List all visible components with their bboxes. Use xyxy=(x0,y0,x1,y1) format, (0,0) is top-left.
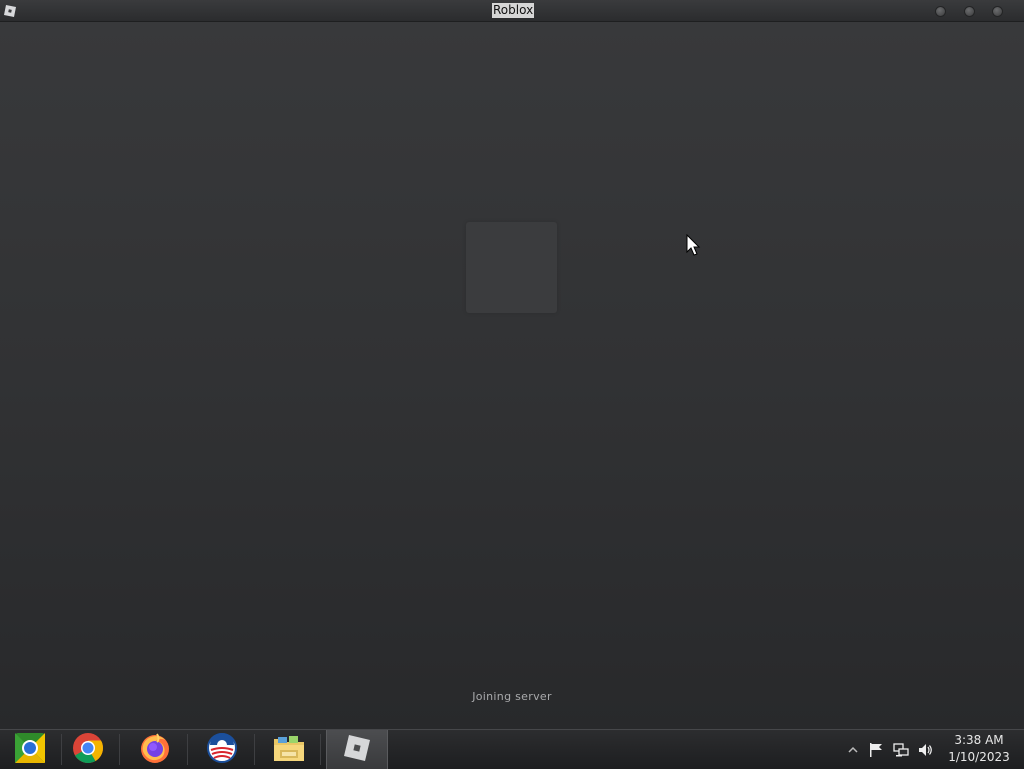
clock-date: 1/10/2023 xyxy=(948,750,1010,764)
mouse-cursor-icon xyxy=(686,233,702,258)
flag-icon[interactable] xyxy=(868,742,884,758)
firefox-icon xyxy=(139,732,171,768)
window-title: Roblox xyxy=(492,3,535,18)
chrome-icon xyxy=(72,732,104,768)
minimize-button[interactable] xyxy=(935,6,946,17)
taskbar-item-chrome[interactable] xyxy=(58,730,118,769)
obama-logo-icon xyxy=(207,732,237,767)
roblox-logo-icon[interactable] xyxy=(3,3,17,17)
maximize-button[interactable] xyxy=(964,6,975,17)
taskbar-clock[interactable]: 3:38 AM 1/10/2023 xyxy=(940,732,1018,766)
taskbar-item-file-explorer[interactable] xyxy=(259,730,319,769)
loading-placeholder xyxy=(466,222,557,313)
taskbar-item-obama-logo[interactable] xyxy=(192,730,252,769)
show-hidden-icons-button[interactable] xyxy=(845,742,861,758)
roblox-icon xyxy=(342,733,372,767)
status-text: Joining server xyxy=(472,690,552,703)
network-icon[interactable] xyxy=(893,742,909,758)
close-button[interactable] xyxy=(992,6,1003,17)
taskbar-item-firefox[interactable] xyxy=(125,730,185,769)
folder-icon xyxy=(272,733,306,767)
taskbar-item-roblox[interactable] xyxy=(326,730,388,769)
chrome-canary-icon xyxy=(13,731,47,769)
taskbar-item-chrome-canary[interactable] xyxy=(0,730,60,769)
volume-icon[interactable] xyxy=(917,742,933,758)
taskbar: 3:38 AM 1/10/2023 xyxy=(0,729,1024,769)
window-titlebar[interactable]: Roblox xyxy=(0,0,1024,22)
clock-time: 3:38 AM xyxy=(954,733,1004,747)
game-loading-area: Joining server xyxy=(0,22,1024,729)
